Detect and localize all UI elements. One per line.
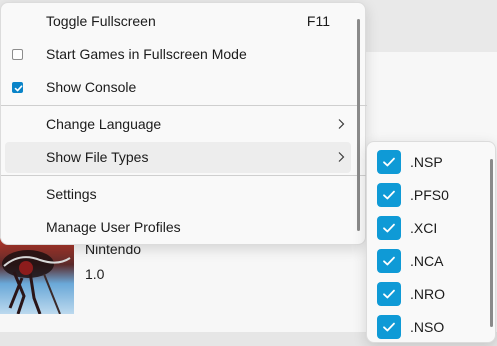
checkbox-checked-icon[interactable] — [377, 216, 401, 240]
checkbox-checked-icon[interactable] — [377, 150, 401, 174]
checkbox-checked-icon[interactable] — [12, 82, 23, 93]
checkbox-checked-icon[interactable] — [377, 249, 401, 273]
submenu-scrollbar[interactable] — [490, 159, 493, 327]
chevron-right-icon — [338, 152, 345, 162]
menu-item-label: Toggle Fullscreen — [46, 13, 156, 29]
checkbox-checked-icon[interactable] — [377, 315, 401, 339]
menu-item-start-fullscreen[interactable]: Start Games in Fullscreen Mode — [5, 39, 351, 70]
menu-item-label: Settings — [46, 186, 97, 202]
menu-item-change-language[interactable]: Change Language — [5, 109, 351, 140]
menu-item-show-console[interactable]: Show Console — [5, 72, 351, 103]
menu-separator — [1, 175, 367, 176]
menu-item-label: Change Language — [46, 116, 162, 132]
menu-item-show-file-types[interactable]: Show File Types — [5, 142, 351, 173]
menu-item-label: Manage User Profiles — [46, 219, 181, 235]
checkbox-checked-icon[interactable] — [377, 183, 401, 207]
checkbox-checked-icon[interactable] — [377, 282, 401, 306]
menu-scrollbar[interactable] — [357, 19, 360, 231]
game-cover-art[interactable] — [0, 238, 74, 314]
menu-item-settings[interactable]: Settings — [5, 179, 351, 210]
chevron-right-icon — [338, 119, 345, 129]
file-type-nso[interactable]: .NSO — [373, 312, 483, 342]
file-type-label: .NSP — [410, 154, 443, 170]
menu-item-label: Show Console — [46, 79, 137, 95]
file-type-label: .NRO — [410, 286, 445, 302]
file-type-label: .NSO — [410, 319, 445, 335]
file-type-nsp[interactable]: .NSP — [373, 147, 483, 177]
file-type-xci[interactable]: .XCI — [373, 213, 483, 243]
menu-item-toggle-fullscreen[interactable]: Toggle Fullscreen F11 — [5, 6, 351, 37]
unchecked-box-icon[interactable] — [12, 49, 23, 60]
shortcut-label: F11 — [306, 13, 330, 29]
game-version: 1.0 — [85, 266, 105, 282]
file-type-label: .PFS0 — [410, 187, 449, 203]
options-menu: Toggle Fullscreen F11 Start Games in Ful… — [0, 2, 367, 245]
menu-item-label: Start Games in Fullscreen Mode — [46, 46, 247, 62]
file-type-nca[interactable]: .NCA — [373, 246, 483, 276]
menu-item-label: Show File Types — [46, 149, 149, 165]
file-type-label: .NCA — [410, 253, 444, 269]
file-type-label: .XCI — [410, 220, 438, 236]
menu-separator — [1, 105, 367, 106]
file-type-pfs0[interactable]: .PFS0 — [373, 180, 483, 210]
file-type-nro[interactable]: .NRO — [373, 279, 483, 309]
file-types-submenu: .NSP .PFS0 .XCI .NCA .NRO .NSO — [366, 141, 496, 343]
menu-item-manage-user-profiles[interactable]: Manage User Profiles — [5, 212, 351, 243]
